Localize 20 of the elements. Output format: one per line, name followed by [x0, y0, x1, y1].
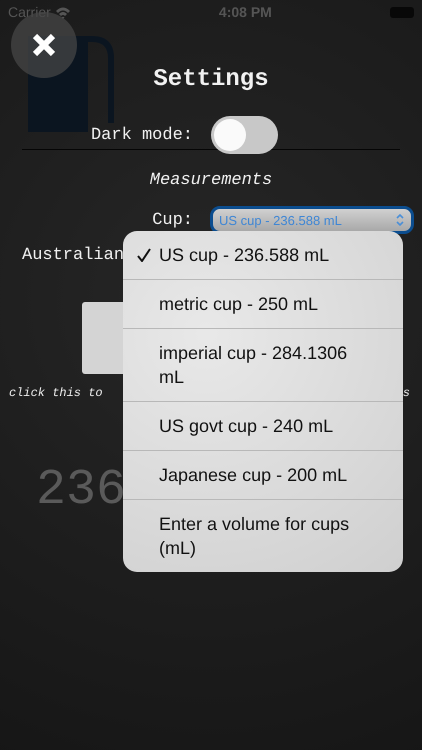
hint-text-end: s — [402, 386, 410, 400]
checkmark-icon — [137, 248, 151, 262]
status-time: 4:08 PM — [218, 4, 272, 20]
dropdown-option[interactable]: US govt cup - 240 mL — [123, 401, 403, 450]
cup-label: Cup: — [151, 210, 193, 230]
hint-text: click this to — [9, 386, 103, 400]
dropdown-option[interactable]: US cup - 236.588 mL — [123, 231, 403, 279]
settings-title: Settings — [152, 66, 270, 94]
dropdown-option[interactable]: imperial cup - 284.1306 mL — [123, 328, 403, 401]
dark-mode-label: Dark mode: — [90, 126, 193, 144]
close-icon — [32, 33, 56, 57]
measurements-heading: Measurements — [148, 170, 274, 192]
dropdown-option[interactable]: metric cup - 250 mL — [123, 279, 403, 328]
australian-label: Australian — [22, 245, 124, 267]
wifi-icon — [54, 5, 71, 19]
dropdown-option[interactable]: Enter a volume for cups (mL) — [123, 499, 403, 572]
dark-mode-toggle[interactable] — [211, 116, 278, 154]
carrier-label: Carrier — [8, 4, 51, 20]
dropdown-option[interactable]: Japanese cup - 200 mL — [123, 450, 403, 499]
chevron-icon — [395, 213, 405, 227]
